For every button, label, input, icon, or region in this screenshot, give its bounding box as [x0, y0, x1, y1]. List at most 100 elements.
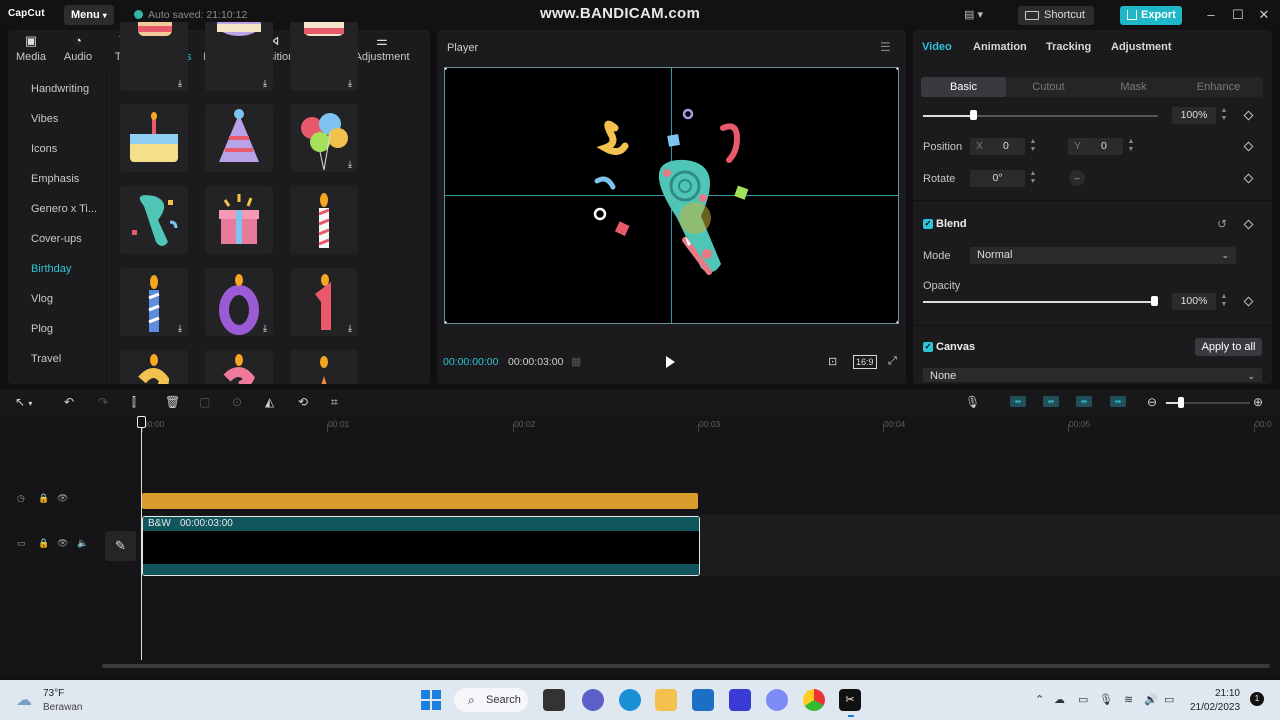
lock-icon[interactable]: 🔒 — [38, 538, 49, 549]
wifi-icon[interactable]: ≋ — [1124, 693, 1133, 706]
category-item[interactable]: Vibes — [31, 113, 58, 125]
download-icon[interactable]: ⤓ — [345, 159, 355, 169]
opacity-value[interactable]: 100% — [1172, 293, 1216, 310]
inspector-tab-animation[interactable]: Animation — [973, 41, 1027, 53]
candle-sticker[interactable] — [290, 186, 358, 254]
play-icon[interactable] — [666, 356, 675, 368]
rotate-dial-icon[interactable]: – — [1069, 170, 1085, 186]
category-item[interactable]: Vlog — [31, 293, 53, 305]
birthday-cake-sticker[interactable] — [120, 104, 188, 172]
chevron-up-icon[interactable]: ⌃ — [1035, 693, 1044, 706]
layout-icon[interactable]: ▤ ▾ — [964, 8, 990, 22]
tab-audio[interactable]: ◔ Audio — [55, 33, 101, 63]
select-cursor-icon[interactable]: ↖ ▾ — [15, 395, 32, 409]
split-icon[interactable]: ⫿ — [132, 395, 136, 410]
copilot-icon[interactable] — [766, 689, 788, 711]
edit-cover-icon[interactable]: ✎ — [105, 531, 136, 561]
rotate-stepper[interactable]: ▲ ▼ — [1028, 170, 1038, 187]
notification-badge[interactable]: 1 — [1250, 692, 1264, 706]
reset-icon[interactable]: ↺ — [1217, 217, 1227, 231]
temperature[interactable]: 73°F — [43, 688, 64, 699]
cake-sticker-top-3[interactable]: ⤓ — [290, 22, 358, 91]
weather-icon[interactable]: ☁ — [16, 690, 32, 710]
download-icon[interactable]: ⤓ — [345, 323, 355, 333]
category-item[interactable]: Birthday — [31, 263, 71, 275]
taskbar-search[interactable]: ⌕ Search — [454, 688, 528, 712]
timeline-grid-icon[interactable]: ▦ — [571, 355, 581, 368]
playhead[interactable] — [141, 417, 142, 660]
minimize-icon[interactable]: – — [1203, 7, 1219, 22]
zoom-slider-knob[interactable] — [1178, 397, 1184, 408]
zoom-out-icon[interactable]: ⊖ — [1147, 395, 1157, 409]
screenshot-icon[interactable]: ⊡ — [828, 355, 837, 368]
eye-icon[interactable]: 👁 — [57, 493, 68, 504]
scale-slider[interactable] — [923, 115, 1158, 117]
cake-sticker-top-2[interactable]: ⤓ — [205, 22, 273, 91]
subtab-cutout[interactable]: Cutout — [1006, 77, 1091, 97]
download-icon[interactable]: ⤓ — [175, 78, 185, 88]
category-item[interactable]: Genero x Ti... — [31, 203, 97, 215]
category-item[interactable]: Handwriting — [31, 83, 89, 95]
onedrive-icon[interactable]: ☁ — [1054, 693, 1065, 706]
party-hat-sticker[interactable] — [205, 104, 273, 172]
preview-canvas[interactable] — [444, 67, 899, 324]
download-icon[interactable]: ⤓ — [345, 78, 355, 88]
freeze-icon[interactable]: ▢ — [199, 395, 210, 409]
inspector-tab-tracking[interactable]: Tracking — [1046, 41, 1091, 53]
microphone-icon[interactable]: 🎙 — [965, 395, 980, 409]
hamburger-menu-icon[interactable]: ☰ — [880, 40, 891, 54]
rotate-field[interactable]: 0° — [970, 170, 1025, 187]
subtab-enhance[interactable]: Enhance — [1176, 77, 1261, 97]
aspect-ratio-button[interactable]: 16:9 — [853, 355, 877, 369]
snap-icon[interactable]: ⇹ — [1110, 396, 1126, 407]
vpn-app-icon[interactable] — [729, 689, 751, 711]
video-clip[interactable]: B&W 00:00:03:00 — [142, 516, 700, 576]
category-item[interactable]: Plog — [31, 323, 53, 335]
party-horn-sticker[interactable] — [120, 186, 188, 254]
category-item[interactable]: Cover-ups — [31, 233, 82, 245]
windows-start-icon[interactable] — [421, 690, 441, 710]
weather-condition[interactable]: Berawan — [43, 702, 82, 713]
position-y-field[interactable]: Y0 — [1068, 138, 1123, 155]
tab-media[interactable]: ▣ Media — [8, 33, 54, 63]
audio-mute-icon[interactable]: 🔈 — [77, 538, 88, 549]
orange-candle-sticker[interactable] — [290, 350, 358, 384]
linkage-icon[interactable]: ⇹ — [1043, 396, 1059, 407]
crop-icon[interactable]: ⌗ — [331, 395, 338, 410]
maximize-icon[interactable]: ☐ — [1230, 7, 1246, 23]
position-y-stepper[interactable]: ▲ ▼ — [1126, 138, 1136, 155]
apply-to-all-button[interactable]: Apply to all — [1195, 338, 1262, 356]
opacity-slider-knob[interactable] — [1151, 296, 1158, 306]
number-2-candle-sticker[interactable] — [120, 350, 188, 384]
battery-icon[interactable]: ▭ — [1164, 693, 1174, 706]
eye-icon[interactable]: 👁 — [57, 538, 68, 549]
opacity-slider[interactable] — [923, 301, 1158, 303]
fullscreen-icon[interactable]: ⤢ — [888, 355, 897, 368]
file-explorer-icon[interactable] — [655, 689, 677, 711]
chrome-icon[interactable] — [803, 689, 825, 711]
opacity-stepper[interactable]: ▲ ▼ — [1219, 293, 1229, 310]
sticker-clip[interactable] — [142, 493, 698, 509]
mail-icon[interactable] — [692, 689, 714, 711]
rotate-icon[interactable]: ⟲ — [298, 395, 308, 409]
subtab-basic[interactable]: Basic — [921, 77, 1006, 97]
reverse-icon[interactable]: ⊙ — [232, 395, 242, 409]
menu-button[interactable]: Menu ▾ — [64, 5, 114, 25]
lock-icon[interactable]: 🔒 — [38, 493, 49, 504]
number-0-candle-sticker[interactable]: ⤓ — [205, 268, 273, 336]
shortcut-button[interactable]: Shortcut — [1018, 6, 1094, 25]
export-button[interactable]: Export — [1120, 6, 1182, 25]
meet-icon[interactable]: ▭ — [1078, 693, 1088, 706]
clock-date[interactable]: 21/02/2023 — [1190, 702, 1240, 713]
microphone-tray-icon[interactable]: 🎙 — [1099, 693, 1113, 706]
blue-candle-sticker[interactable]: ⤓ — [120, 268, 188, 336]
magnet-icon[interactable]: ⇹ — [1010, 396, 1026, 407]
teams-chat-icon[interactable] — [582, 689, 604, 711]
close-icon[interactable]: ✕ — [1256, 7, 1272, 23]
category-item[interactable]: Emphasis — [31, 173, 79, 185]
volume-icon[interactable]: 🔊 — [1144, 693, 1158, 706]
tab-adjustment[interactable]: ⚌ Adjustment — [354, 33, 410, 63]
blend-checkbox[interactable]: ✓ — [923, 219, 933, 229]
scale-slider-knob[interactable] — [970, 110, 977, 120]
party-horn-sticker-preview[interactable] — [445, 68, 899, 324]
